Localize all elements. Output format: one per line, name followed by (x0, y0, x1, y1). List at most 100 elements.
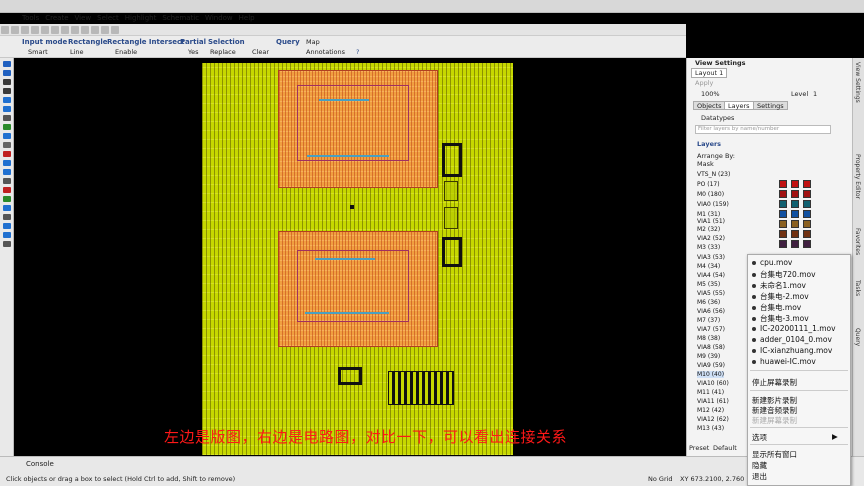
align-icon[interactable] (3, 214, 11, 220)
layer-row[interactable]: VIA7 (57) (697, 326, 725, 333)
menu-create[interactable]: Create (45, 14, 68, 22)
layer-filter-input[interactable]: Filter layers by name/number (695, 125, 831, 134)
layer-row[interactable]: VIA0 (159) (697, 201, 729, 208)
recent-file-item[interactable]: 台集电720.mov (752, 269, 816, 280)
side-tab-property-editor[interactable]: Property Editor (854, 154, 861, 199)
open-icon[interactable] (111, 26, 119, 34)
help-icon[interactable]: ? (356, 48, 359, 56)
recent-file-item[interactable]: 台集电-2.mov (752, 291, 809, 302)
side-tab-query[interactable]: Query (854, 328, 861, 346)
menu-tools[interactable]: Tools (22, 14, 39, 22)
layer-swatch[interactable] (779, 190, 787, 198)
layer-swatch[interactable] (791, 180, 799, 188)
hierarchy-icon[interactable] (3, 241, 11, 247)
fit-icon[interactable] (51, 26, 59, 34)
console-tab[interactable]: Console (26, 460, 54, 468)
merge-icon[interactable] (3, 196, 11, 202)
layer-row-selected[interactable]: M10 (40) (697, 371, 725, 378)
layer-row[interactable]: VIA12 (62) (697, 416, 729, 423)
layer-swatch[interactable] (803, 200, 811, 208)
layer-row[interactable]: VIA10 (60) (697, 380, 729, 387)
menu-window[interactable]: Window (205, 14, 233, 22)
layer-swatch[interactable] (803, 220, 811, 228)
layer-swatch[interactable] (779, 230, 787, 238)
level-value[interactable]: 1 (813, 90, 817, 98)
layer-row[interactable]: VIA2 (52) (697, 235, 725, 242)
recent-file-item[interactable]: IC-20200111_1.mov (752, 324, 836, 333)
layer-swatch[interactable] (779, 220, 787, 228)
path-icon[interactable] (3, 79, 11, 85)
rotate-icon[interactable] (3, 178, 11, 184)
measure-icon[interactable] (3, 142, 11, 148)
zoom-out-icon[interactable] (41, 26, 49, 34)
layer-swatch[interactable] (803, 230, 811, 238)
recent-file-item[interactable]: 未命名1.mov (752, 280, 806, 291)
arrange-by-select[interactable]: Mask (697, 160, 714, 168)
recent-file-item[interactable]: 台集电-3.mov (752, 313, 809, 324)
layer-row[interactable]: M11 (41) (697, 389, 724, 396)
default-preset[interactable]: Default (713, 444, 737, 452)
menu-highlight[interactable]: Highlight (125, 14, 157, 22)
recent-file-item[interactable]: huawei-IC.mov (752, 357, 816, 366)
selection-value[interactable]: Replace (210, 48, 236, 56)
layer-row[interactable]: VIA6 (56) (697, 308, 725, 315)
layer-row[interactable]: M1 (31) (697, 211, 720, 218)
pointer-icon[interactable] (3, 61, 11, 67)
stop-recording-item[interactable]: 停止屏幕录制 (752, 377, 797, 388)
layer-swatch[interactable] (803, 190, 811, 198)
layer-swatch[interactable] (779, 200, 787, 208)
array-icon[interactable] (3, 232, 11, 238)
layer-row[interactable]: VIA8 (58) (697, 344, 725, 351)
annotations-option[interactable]: Annotations (306, 48, 345, 56)
cut-icon[interactable] (3, 187, 11, 193)
side-tab-tasks[interactable]: Tasks (854, 280, 861, 296)
layer-swatch[interactable] (791, 210, 799, 218)
menu-select[interactable]: Select (97, 14, 119, 22)
tab-layers[interactable]: Layers (724, 101, 754, 110)
polygon-icon[interactable] (3, 106, 11, 112)
layer-row[interactable]: VIA11 (61) (697, 398, 729, 405)
options-item[interactable]: 选项 (752, 432, 767, 443)
rectangle-value[interactable]: Line (70, 48, 84, 56)
recent-file-item[interactable]: adder_0104_0.mov (752, 335, 832, 344)
menu-help[interactable]: Help (239, 14, 255, 22)
zoom-in-icon[interactable] (31, 26, 39, 34)
layer-swatch[interactable] (791, 200, 799, 208)
side-tab-favorites[interactable]: Favorites (854, 228, 861, 255)
apply-button[interactable]: Apply (695, 79, 713, 87)
layer-row[interactable]: M7 (37) (697, 317, 720, 324)
layer-swatch[interactable] (803, 210, 811, 218)
partial-value[interactable]: Yes (188, 48, 199, 56)
side-tab-view-settings[interactable]: View Settings (854, 62, 861, 103)
flip-icon[interactable] (3, 223, 11, 229)
layer-row[interactable]: VIA4 (54) (697, 272, 725, 279)
menu-schematic[interactable]: Schematic (162, 14, 199, 22)
layer-swatch[interactable] (791, 220, 799, 228)
layer-row[interactable]: M0 (180) (697, 191, 724, 198)
show-all-windows-item[interactable]: 显示所有窗口 (752, 449, 797, 460)
quit-item[interactable]: 退出 (752, 471, 767, 482)
zoom-value[interactable]: 100% (701, 90, 720, 98)
layer-row[interactable]: VTS_N (23) (697, 171, 730, 178)
layer-row[interactable]: M13 (43) (697, 425, 724, 432)
layer-row[interactable]: VIA1 (51) (697, 218, 725, 225)
cell-icon[interactable] (91, 26, 99, 34)
layer-row[interactable]: M5 (35) (697, 281, 720, 288)
layout-tab[interactable]: Layout 1 (691, 68, 728, 78)
rect-icon[interactable] (3, 97, 11, 103)
ruler-icon[interactable] (71, 26, 79, 34)
recent-file-item[interactable]: IC-xianzhuang.mov (752, 346, 832, 355)
input-mode-value[interactable]: Smart (28, 48, 48, 56)
layer-swatch[interactable] (779, 180, 787, 188)
layer-row[interactable]: VIA3 (53) (697, 254, 725, 261)
save-icon[interactable] (101, 26, 109, 34)
select-tool-icon[interactable] (1, 26, 9, 34)
info-icon[interactable] (3, 70, 11, 76)
redo-icon[interactable] (21, 26, 29, 34)
layer-swatch[interactable] (791, 240, 799, 248)
via-icon[interactable] (3, 124, 11, 130)
map-option[interactable]: Map (306, 38, 320, 46)
pen-icon[interactable] (3, 88, 11, 94)
layer-row[interactable]: M8 (38) (697, 335, 720, 342)
recent-file-item[interactable]: cpu.mov (752, 258, 792, 267)
